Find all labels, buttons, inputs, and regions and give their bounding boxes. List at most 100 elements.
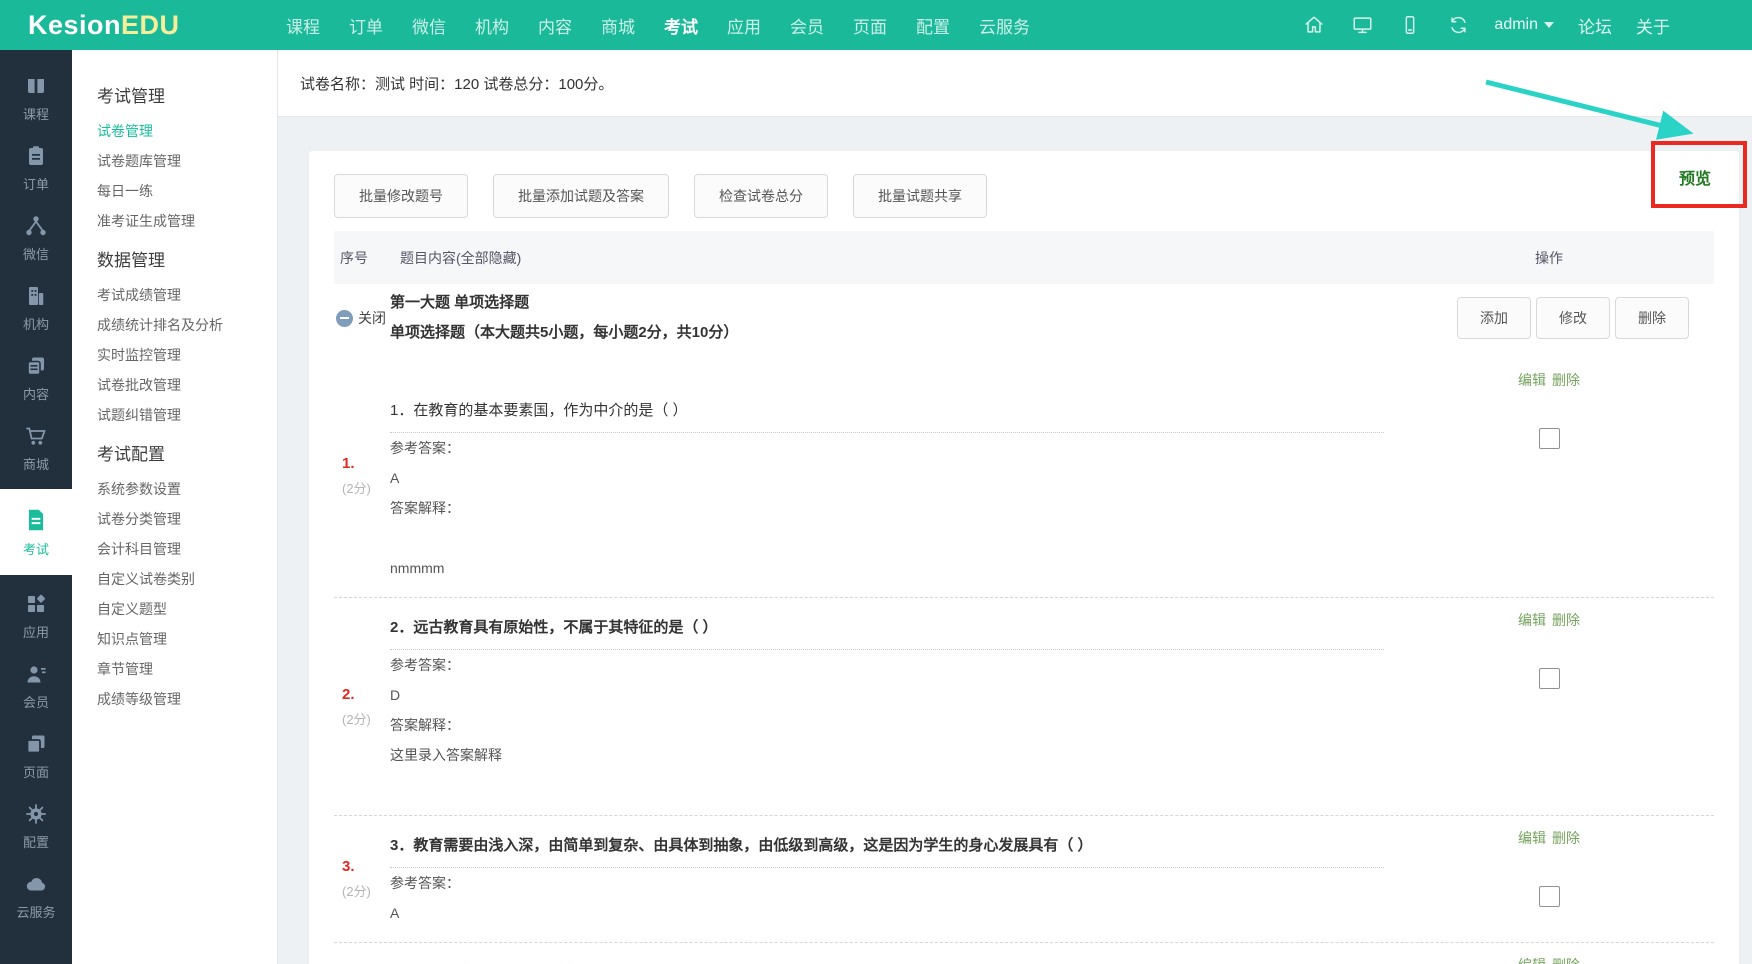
question-1-checkbox[interactable] xyxy=(1538,428,1560,449)
column-header-content: 题目内容(全部隐藏) xyxy=(400,249,522,266)
delete-link[interactable]: 删除 xyxy=(1552,610,1580,630)
submenu-item-error-correction[interactable]: 试题纠错管理 xyxy=(97,400,277,430)
submenu-item-daily-practice[interactable]: 每日一练 xyxy=(97,176,277,206)
topnav-item-mall[interactable]: 商城 xyxy=(601,13,635,38)
question-group-row: 关闭 第一大题 单项选择题 单项选择题（本大题共5小题，每小题2分，共10分） … xyxy=(334,284,1714,354)
cloud-icon xyxy=(26,877,46,890)
sidebar-item-cloud[interactable]: 云服务 xyxy=(0,861,72,931)
top-menu: 课程 订单 微信 机构 内容 商城 考试 应用 会员 页面 配置 云服务 xyxy=(286,13,1030,38)
submenu-item-knowledge-points[interactable]: 知识点管理 xyxy=(97,624,277,654)
edit-link[interactable]: 编辑 xyxy=(1518,370,1546,390)
explanation-value: nmmmm xyxy=(390,560,445,576)
paper-info-bar: 试卷名称：测试 时间：120 试卷总分：100分。 xyxy=(278,50,1752,117)
submenu-item-paper-grading[interactable]: 试卷批改管理 xyxy=(97,370,277,400)
question-row-4: 4．教师是突出的角色是（ ） 编辑 删除 xyxy=(334,943,1714,964)
sidebar-item-config[interactable]: 配置 xyxy=(0,791,72,861)
submenu-item-paper-management[interactable]: 试卷管理 xyxy=(97,116,277,146)
delete-link[interactable]: 删除 xyxy=(1552,370,1580,390)
submenu-item-question-bank[interactable]: 试卷题库管理 xyxy=(97,146,277,176)
submenu-item-admission-ticket[interactable]: 准考证生成管理 xyxy=(97,206,277,236)
topnav-item-exam[interactable]: 考试 xyxy=(664,13,698,38)
building-icon xyxy=(29,286,44,305)
question-points: (2分) xyxy=(342,480,371,496)
question-number: 2. xyxy=(342,685,355,703)
question-3-actions: 编辑 删除 xyxy=(1384,816,1714,942)
collapse-label: 关闭 xyxy=(358,310,386,326)
add-question-button[interactable]: 添加 xyxy=(1457,297,1531,339)
delete-link[interactable]: 删除 xyxy=(1552,828,1580,848)
topnav-item-members[interactable]: 会员 xyxy=(790,13,824,38)
share-nodes-icon xyxy=(26,215,46,235)
sidebar-item-pages[interactable]: 页面 xyxy=(0,721,72,791)
topnav-item-orders[interactable]: 订单 xyxy=(349,13,383,38)
admin-user-menu[interactable]: admin xyxy=(1494,16,1554,34)
submenu-item-score-stats[interactable]: 成绩统计排名及分析 xyxy=(97,310,277,340)
edit-link[interactable]: 编辑 xyxy=(1518,955,1546,964)
forum-link[interactable]: 论坛 xyxy=(1578,13,1612,38)
question-2-actions: 编辑 删除 xyxy=(1384,598,1714,815)
submenu-section-exam-config: 考试配置 xyxy=(97,445,165,464)
mobile-site-icon[interactable] xyxy=(1398,13,1422,37)
clipboard-icon xyxy=(29,145,43,165)
sidebar-item-members[interactable]: 会员 xyxy=(0,651,72,721)
sidebar-item-orders[interactable]: 订单 xyxy=(0,133,72,203)
question-2-checkbox[interactable] xyxy=(1538,668,1560,689)
sidebar-item-courses[interactable]: 课程 xyxy=(0,63,72,133)
topnav-item-config[interactable]: 配置 xyxy=(916,13,950,38)
question-points: (2分) xyxy=(342,884,371,899)
answer-value: A xyxy=(390,905,400,921)
about-link[interactable]: 关于 xyxy=(1636,13,1670,38)
topnav-right: admin 论坛 关于 xyxy=(1302,13,1752,38)
preview-button[interactable]: 预览 xyxy=(1679,165,1711,195)
column-header-seq: 序号 xyxy=(340,249,368,266)
answer-label: 参考答案： xyxy=(390,657,460,673)
batch-add-questions-button[interactable]: 批量添加试题及答案 xyxy=(493,174,669,218)
question-3-content: 3．教育需要由浅入深，由简单到复杂、由具体到抽象，由低级到高级，这是因为学生的身… xyxy=(390,816,1384,942)
caret-down-icon xyxy=(1544,22,1554,28)
question-3-checkbox[interactable] xyxy=(1538,886,1560,907)
edit-link[interactable]: 编辑 xyxy=(1518,828,1546,848)
edit-link[interactable]: 编辑 xyxy=(1518,610,1546,630)
submenu-item-system-params[interactable]: 系统参数设置 xyxy=(97,474,277,504)
submenu-item-realtime-monitor[interactable]: 实时监控管理 xyxy=(97,340,277,370)
gear-icon xyxy=(26,803,46,824)
submenu-item-score-management[interactable]: 考试成绩管理 xyxy=(97,280,277,310)
group-actions: 添加 修改 删除 xyxy=(1384,297,1714,339)
topnav-item-pages[interactable]: 页面 xyxy=(853,13,887,38)
group-subtitle: 单项选择题（本大题共5小题，每小题2分，共10分） xyxy=(390,324,739,341)
sidebar-item-content[interactable]: 内容 xyxy=(0,343,72,413)
topnav-item-cloud[interactable]: 云服务 xyxy=(979,13,1030,38)
topnav-item-organization[interactable]: 机构 xyxy=(475,13,509,38)
sidebar-item-wechat[interactable]: 微信 xyxy=(0,203,72,273)
question-2-seq: 2. (2分) xyxy=(334,598,390,815)
desktop-site-icon[interactable] xyxy=(1350,13,1374,37)
delete-group-button[interactable]: 删除 xyxy=(1615,297,1689,339)
topnav-item-courses[interactable]: 课程 xyxy=(286,13,320,38)
question-number: 3. xyxy=(342,858,355,875)
submenu-item-accounting-subjects[interactable]: 会计科目管理 xyxy=(97,534,277,564)
check-total-score-button[interactable]: 检查试卷总分 xyxy=(694,174,828,218)
submenu-item-paper-category[interactable]: 试卷分类管理 xyxy=(97,504,277,534)
topnav-item-wechat[interactable]: 微信 xyxy=(412,13,446,38)
batch-share-button[interactable]: 批量试题共享 xyxy=(853,174,987,218)
delete-link[interactable]: 删除 xyxy=(1552,955,1580,964)
sidebar-item-organization[interactable]: 机构 xyxy=(0,273,72,343)
home-icon[interactable] xyxy=(1302,13,1326,37)
topnav-item-content[interactable]: 内容 xyxy=(538,13,572,38)
submenu-item-grade-levels[interactable]: 成绩等级管理 xyxy=(97,684,277,714)
submenu-item-custom-paper-type[interactable]: 自定义试卷类别 xyxy=(97,564,277,594)
apps-blocks-icon xyxy=(28,594,45,612)
submenu-item-custom-question-type[interactable]: 自定义题型 xyxy=(97,594,277,624)
batch-renumber-button[interactable]: 批量修改题号 xyxy=(334,174,468,218)
explanation-label: 答案解释： xyxy=(390,717,460,733)
sidebar-item-apps[interactable]: 应用 xyxy=(0,581,72,651)
sidebar-item-mall[interactable]: 商城 xyxy=(0,413,72,483)
topnav-item-apps[interactable]: 应用 xyxy=(727,13,761,38)
modify-group-button[interactable]: 修改 xyxy=(1536,297,1610,339)
refresh-icon[interactable] xyxy=(1446,13,1470,37)
question-row-3: 3. (2分) 3．教育需要由浅入深，由简单到复杂、由具体到抽象，由低级到高级，… xyxy=(334,816,1714,943)
sidebar-item-exam[interactable]: 考试 xyxy=(0,489,72,575)
submenu-section-data-management: 数据管理 xyxy=(97,251,165,270)
collapse-toggle[interactable]: 关闭 xyxy=(334,308,390,328)
submenu-item-chapter-management[interactable]: 章节管理 xyxy=(97,654,277,684)
